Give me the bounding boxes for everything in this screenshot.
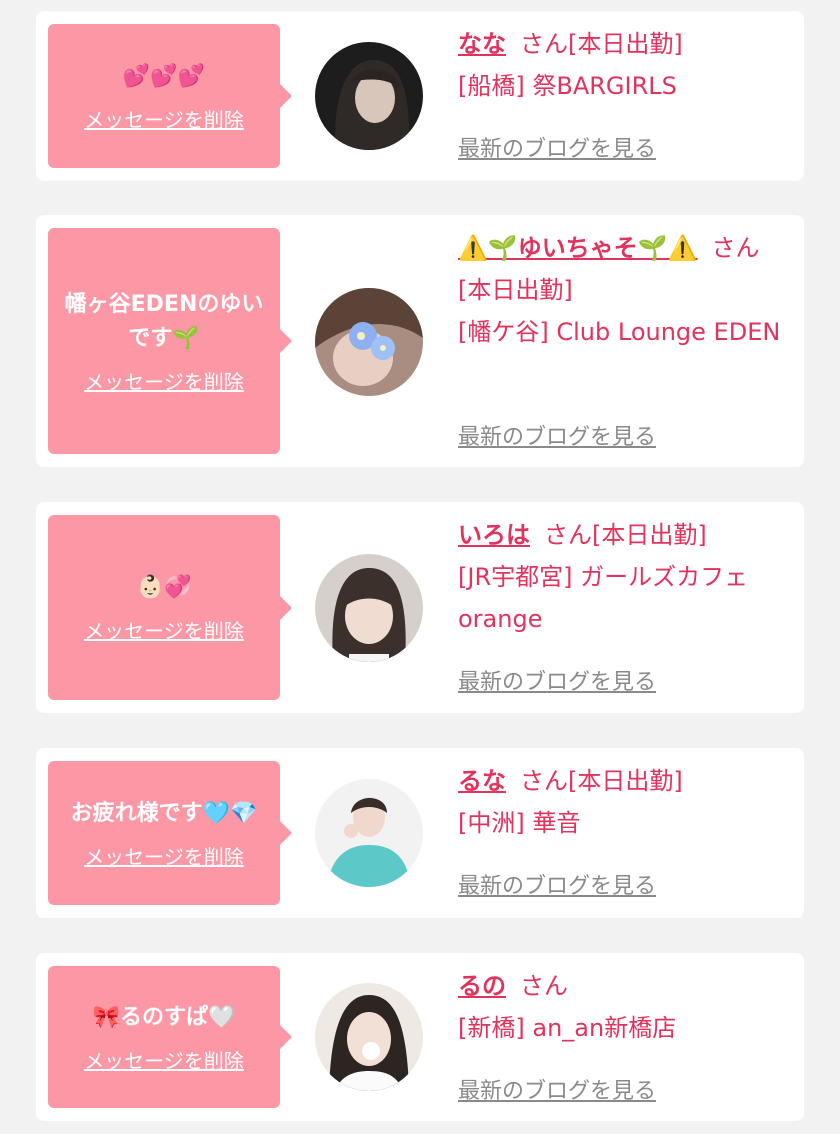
latest-blog-link[interactable]: 最新のブログを見る <box>458 419 656 451</box>
message-text: 💕💕💕 <box>122 63 206 89</box>
message-bubble: 幡ヶ谷EDENのゆいです🌱 メッセージを削除 <box>48 228 292 454</box>
delete-message-link[interactable]: メッセージを削除 <box>84 841 244 870</box>
area-label: [幡ケ谷] <box>458 318 549 346</box>
delete-message-link[interactable]: メッセージを削除 <box>84 104 244 133</box>
girl-info: ⚠️🌱ゆいちゃそ🌱⚠️ さん [本日出勤] [幡ケ谷] Club Lounge ED… <box>458 227 792 353</box>
girl-info: るの さん [新橋] an_an新橋店 <box>458 965 792 1049</box>
message-bubble: 🎀るのすぱ🤍 メッセージを削除 <box>48 966 292 1108</box>
avatar-photo-teal-shirt <box>315 779 423 887</box>
shop-line: [幡ケ谷] Club Lounge EDEN <box>458 311 792 353</box>
latest-blog-link[interactable]: 最新のブログを見る <box>458 131 656 163</box>
message-text: 🎀るのすぱ🤍 <box>92 1004 236 1030</box>
avatar-photo-bangs <box>315 554 423 662</box>
shop-name: 祭BARGIRLS <box>532 72 677 100</box>
message-text: 👶🏻💞 <box>136 575 192 600</box>
attendance-badge: [本日出勤] <box>458 276 573 304</box>
girl-info: なな さん[本日出勤] [船橋] 祭BARGIRLS <box>458 23 792 107</box>
message-text: 幡ヶ谷EDENのゆいです🌱 <box>64 291 264 351</box>
shop-name: Club Lounge EDEN <box>556 318 781 346</box>
message-bubble: お疲れ様です🩵💎 メッセージを削除 <box>48 761 292 905</box>
area-label: [新橋] <box>458 1014 525 1042</box>
honorific: さん <box>520 30 568 58</box>
honorific: さん <box>520 972 568 1000</box>
shop-line: [JR宇都宮] ガールズカフェ orange <box>458 556 792 640</box>
avatar[interactable] <box>315 983 423 1091</box>
delete-message-link[interactable]: メッセージを削除 <box>84 615 244 644</box>
message-bubble: 👶🏻💞 メッセージを削除 <box>48 515 292 700</box>
shop-line: [新橋] an_an新橋店 <box>458 1007 792 1049</box>
girl-name-link[interactable]: なな <box>458 30 506 58</box>
girl-name-link[interactable]: ⚠️🌱ゆいちゃそ🌱⚠️ <box>458 234 698 262</box>
message-bubble: 💕💕💕 メッセージを削除 <box>48 24 292 168</box>
shop-line: [中洲] 華音 <box>458 802 792 844</box>
avatar[interactable] <box>315 554 423 662</box>
latest-blog-link[interactable]: 最新のブログを見る <box>458 868 656 900</box>
avatar-photo-white-outfit <box>315 983 423 1091</box>
shop-line: [船橋] 祭BARGIRLS <box>458 65 792 107</box>
message-card: 幡ヶ谷EDENのゆいです🌱 メッセージを削除 ⚠️🌱ゆいちゃそ🌱⚠️ さん [本日出… <box>36 215 804 467</box>
attendance-badge: [本日出勤] <box>568 767 683 795</box>
name-line: いろは さん[本日出勤] <box>458 514 792 556</box>
name-line: るな さん[本日出勤] <box>458 760 792 802</box>
girl-info: るな さん[本日出勤] [中洲] 華音 <box>458 760 792 844</box>
honorific: さん <box>520 767 568 795</box>
area-label: [船橋] <box>458 72 525 100</box>
avatar-photo-dark-hair <box>315 42 423 150</box>
message-card: 👶🏻💞 メッセージを削除 いろは さん[本日出勤] [JR宇都宮] ガールズカフェ… <box>36 502 804 713</box>
latest-blog-link[interactable]: 最新のブログを見る <box>458 1073 656 1105</box>
name-line: ⚠️🌱ゆいちゃそ🌱⚠️ さん [本日出勤] <box>458 227 792 311</box>
attendance-badge: [本日出勤] <box>592 521 707 549</box>
message-card: 💕💕💕 メッセージを削除 なな さん[本日出勤] [船橋] 祭BARGIRLS 最… <box>36 11 804 181</box>
shop-name: 華音 <box>532 809 581 837</box>
avatar[interactable] <box>315 779 423 887</box>
shop-name: an_an新橋店 <box>532 1014 677 1042</box>
avatar[interactable] <box>315 42 423 150</box>
latest-blog-link[interactable]: 最新のブログを見る <box>458 664 656 696</box>
message-card: お疲れ様です🩵💎 メッセージを削除 るな さん[本日出勤] [中洲] 華音 最新の… <box>36 748 804 918</box>
honorific: さん <box>711 234 760 262</box>
avatar-photo-blue-flowers <box>315 288 423 396</box>
girl-name-link[interactable]: いろは <box>458 521 530 549</box>
girl-name-link[interactable]: るの <box>458 972 506 1000</box>
girl-name-link[interactable]: るな <box>458 767 506 795</box>
delete-message-link[interactable]: メッセージを削除 <box>84 1045 244 1074</box>
attendance-badge: [本日出勤] <box>568 30 683 58</box>
area-label: [JR宇都宮] <box>458 563 573 591</box>
name-line: なな さん[本日出勤] <box>458 23 792 65</box>
girl-info: いろは さん[本日出勤] [JR宇都宮] ガールズカフェ orange <box>458 514 792 640</box>
name-line: るの さん <box>458 965 792 1007</box>
message-text: お疲れ様です🩵💎 <box>70 800 258 826</box>
area-label: [中洲] <box>458 809 525 837</box>
delete-message-link[interactable]: メッセージを削除 <box>84 366 244 395</box>
avatar[interactable] <box>315 288 423 396</box>
message-card: 🎀るのすぱ🤍 メッセージを削除 るの さん [新橋] an_an新橋店 最新のブロ… <box>36 953 804 1121</box>
honorific: さん <box>544 521 592 549</box>
